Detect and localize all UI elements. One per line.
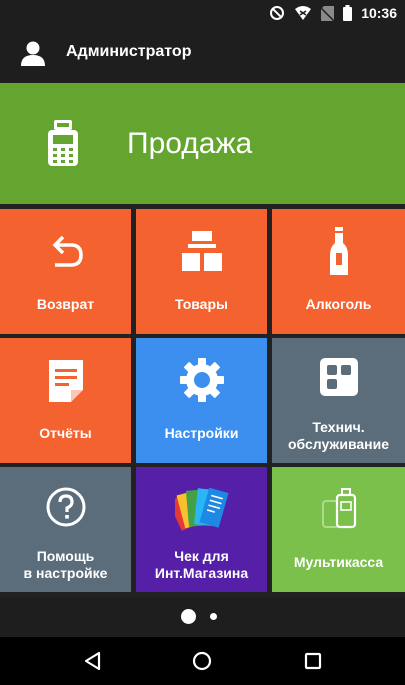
page-indicator [0, 597, 405, 637]
tile-settings-label: Настройки [164, 425, 239, 441]
tile-online-receipt[interactable]: Чек для Инт.Магазина [136, 467, 267, 592]
battery-icon [343, 5, 353, 21]
tile-multikassa[interactable]: Мультикасса [272, 467, 405, 592]
do-not-disturb-icon [270, 6, 285, 20]
tile-reports-label: Отчёты [39, 425, 92, 441]
tile-online-receipt-label-line2: Инт.Магазина [154, 565, 249, 581]
tile-return[interactable]: Возврат [0, 209, 131, 334]
tile-online-receipt-label-line1: Чек для [174, 548, 229, 564]
tile-maintenance-label-line1: Технич. [312, 419, 365, 435]
status-bar: 10:36 [0, 0, 405, 26]
tile-multikassa-label: Мультикасса [293, 554, 384, 570]
tile-help-label: Помощь в настройке [0, 548, 131, 582]
tile-alcohol-label: Алкоголь [305, 296, 372, 312]
payment-terminal-icon [48, 120, 78, 166]
sale-label: Продажа [127, 127, 253, 160]
undo-arrow-icon [52, 235, 83, 267]
user-name: Администратор [66, 43, 192, 60]
document-icon [48, 360, 83, 402]
gear-icon [179, 358, 224, 402]
tile-maintenance[interactable]: Технич. обслуживание [272, 338, 405, 463]
menu-grid: Возврат Товары Алкоголь Отчёты Настройки… [0, 209, 405, 592]
back-icon[interactable] [81, 649, 105, 673]
user-bar[interactable]: Администратор [0, 26, 405, 82]
tile-help-label-line1: Помощь [36, 548, 95, 564]
tile-online-receipt-label: Чек для Инт.Магазина [136, 548, 267, 582]
person-icon [21, 41, 45, 66]
sale-tile[interactable]: Продажа [0, 83, 405, 204]
system-nav-bar [0, 637, 405, 685]
boxes-icon [181, 231, 222, 271]
wifi-icon [295, 6, 312, 20]
home-icon[interactable] [190, 649, 214, 673]
page-dot[interactable] [210, 613, 217, 620]
receipt-fan-icon [174, 487, 229, 531]
tile-help[interactable]: Помощь в настройке [0, 467, 131, 592]
tile-goods-label: Товары [175, 296, 228, 312]
question-circle-icon [46, 487, 85, 527]
tile-reports[interactable]: Отчёты [0, 338, 131, 463]
recents-icon[interactable] [301, 649, 325, 673]
tile-maintenance-label: Технич. обслуживание [272, 419, 405, 453]
tile-maintenance-label-line2: обслуживание [287, 436, 390, 452]
no-sim-icon [321, 5, 335, 21]
bottle-icon [329, 227, 348, 275]
tile-settings[interactable]: Настройки [136, 338, 267, 463]
devices-icon [321, 488, 356, 529]
tile-alcohol[interactable]: Алкоголь [272, 209, 405, 334]
status-time: 10:36 [361, 5, 397, 21]
tile-help-label-line2: в настройке [23, 565, 108, 581]
status-icons: 10:36 [269, 4, 397, 22]
tile-goods[interactable]: Товары [136, 209, 267, 334]
page-dot-active[interactable] [181, 609, 196, 624]
grid-squares-icon [319, 358, 358, 396]
tile-return-label: Возврат [36, 296, 95, 312]
